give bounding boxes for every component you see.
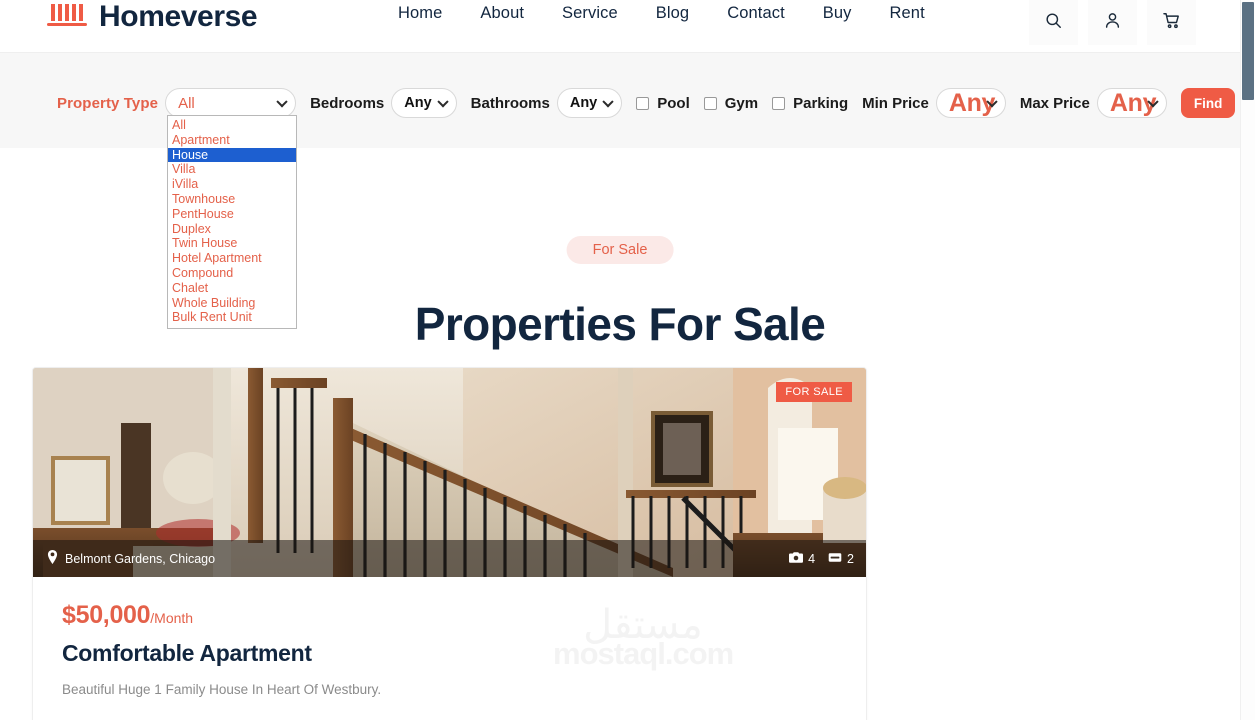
dropdown-option[interactable]: Duplex <box>168 222 296 237</box>
nav-item-buy[interactable]: Buy <box>823 4 852 23</box>
user-icon <box>1103 11 1122 30</box>
site-header: Homeverse Home About Service Blog Contac… <box>0 0 1240 52</box>
parking-checkbox[interactable]: Parking <box>772 95 848 112</box>
cart-button[interactable] <box>1147 0 1196 45</box>
nav-item-blog[interactable]: Blog <box>656 4 689 23</box>
min-price-select[interactable]: Any <box>935 88 1006 118</box>
bed-icon <box>828 552 842 566</box>
property-type-dropdown-list[interactable]: All Apartment House Villa iVilla Townhou… <box>167 115 297 330</box>
property-price: $50,000/Month <box>62 601 837 630</box>
nav-item-contact[interactable]: Contact <box>727 4 785 23</box>
dropdown-option[interactable]: Villa <box>168 162 296 177</box>
nav-item-home[interactable]: Home <box>398 4 442 23</box>
property-image[interactable]: FOR SALE Belmont Gardens, Chicago 4 2 <box>33 368 866 577</box>
pool-label: Pool <box>657 94 690 112</box>
checkbox-box <box>636 96 650 110</box>
property-type-select[interactable]: All <box>165 88 297 118</box>
page-title: Properties For Sale <box>414 297 826 350</box>
dropdown-option[interactable]: Chalet <box>168 281 296 296</box>
nav-item-rent[interactable]: Rent <box>890 4 925 23</box>
dropdown-option[interactable]: Townhouse <box>168 192 296 207</box>
beds-count: 2 <box>847 551 854 566</box>
search-button[interactable] <box>1029 0 1078 45</box>
checkbox-box <box>703 96 717 110</box>
dropdown-option[interactable]: All <box>168 118 296 133</box>
nav-item-about[interactable]: About <box>480 4 524 23</box>
gym-label: Gym <box>724 94 759 112</box>
nav-item-service[interactable]: Service <box>562 4 618 23</box>
location-text: Belmont Gardens, Chicago <box>65 551 216 566</box>
header-actions <box>1029 0 1196 45</box>
dropdown-option[interactable]: Apartment <box>168 133 296 148</box>
page-scrollbar[interactable] <box>1240 0 1255 720</box>
property-title: Comfortable Apartment <box>62 640 312 666</box>
hero-pill: For Sale <box>566 236 674 264</box>
gym-checkbox[interactable]: Gym <box>703 94 759 112</box>
dropdown-option[interactable]: Whole Building <box>168 296 296 311</box>
beds-stat: 2 <box>828 552 854 566</box>
max-price-select[interactable]: Any <box>1096 88 1167 118</box>
property-type-label: Property Type <box>57 94 159 112</box>
checkbox-box <box>772 96 786 110</box>
dropdown-option[interactable]: Twin House <box>168 236 296 251</box>
cart-icon <box>1162 11 1181 30</box>
brand-name: Homeverse <box>99 0 258 33</box>
dropdown-option[interactable]: Compound <box>168 266 296 281</box>
main-nav: Home About Service Blog Contact Buy Rent <box>398 4 925 23</box>
property-description: Beautiful Huge 1 Family House In Heart O… <box>62 682 382 697</box>
map-pin-icon <box>47 550 58 567</box>
dropdown-option[interactable]: Bulk Rent Unit <box>168 310 296 325</box>
property-details: $50,000/Month Comfortable Apartment Beau… <box>33 577 866 720</box>
photos-stat: 4 <box>789 552 815 566</box>
search-icon <box>1044 11 1063 30</box>
chevron-down-icon <box>436 96 449 108</box>
camera-icon <box>789 551 804 566</box>
bathrooms-label: Bathrooms <box>470 94 550 112</box>
building-columns-icon <box>46 2 90 30</box>
bathrooms-value: Any <box>569 95 598 111</box>
page-root: Homeverse Home About Service Blog Contac… <box>0 0 1255 720</box>
property-stats: 4 2 <box>789 552 854 566</box>
property-card[interactable]: FOR SALE Belmont Gardens, Chicago 4 2 $5… <box>32 367 867 720</box>
dropdown-option[interactable]: iVilla <box>168 177 296 192</box>
price-period: /Month <box>150 610 194 626</box>
account-button[interactable] <box>1088 0 1137 45</box>
bedrooms-value: Any <box>404 95 432 111</box>
dropdown-option[interactable]: PentHouse <box>168 207 296 222</box>
dropdown-option-selected[interactable]: House <box>168 147 296 163</box>
scrollbar-thumb[interactable] <box>1242 2 1254 100</box>
bathrooms-select[interactable]: Any <box>556 88 623 118</box>
bedrooms-label: Bedrooms <box>310 94 385 112</box>
photos-count: 4 <box>808 551 816 566</box>
bedrooms-select[interactable]: Any <box>391 88 457 118</box>
chevron-down-icon <box>602 96 614 108</box>
find-button[interactable]: Find <box>1180 88 1236 118</box>
min-price-label: Min Price <box>862 94 929 112</box>
property-image-overlay: Belmont Gardens, Chicago 4 2 <box>33 540 866 577</box>
property-location: Belmont Gardens, Chicago <box>47 550 215 567</box>
price-amount: $50,000 <box>62 601 151 629</box>
pool-checkbox[interactable]: Pool <box>636 95 690 112</box>
dropdown-option[interactable]: Hotel Apartment <box>168 251 296 266</box>
status-badge: FOR SALE <box>776 382 852 402</box>
property-type-value: All <box>178 94 195 112</box>
parking-label: Parking <box>793 94 849 112</box>
brand-logo[interactable]: Homeverse <box>46 0 258 33</box>
max-price-label: Max Price <box>1019 94 1090 112</box>
chevron-down-icon <box>276 96 288 108</box>
